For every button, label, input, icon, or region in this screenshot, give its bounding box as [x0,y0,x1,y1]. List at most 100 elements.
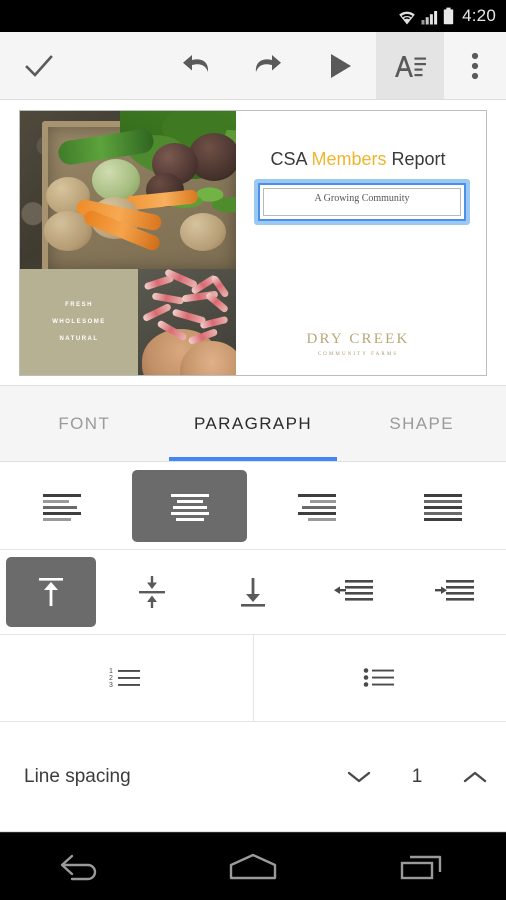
subtitle-selection-border: A Growing Community [258,182,466,221]
app-root: 4:20 FRESH WHOLESOME NATURAL CSA Members… [0,0,506,900]
align-right-icon [298,493,337,521]
line-spacing-label: Line spacing [24,765,131,787]
undo-button[interactable] [160,32,232,99]
bulleted-list-button[interactable] [254,635,506,721]
home-button[interactable] [208,833,298,900]
slide-title-part2: Report [386,148,446,169]
align-right-surface [259,470,374,542]
align-left-surface [6,470,121,542]
text-format-button[interactable] [376,32,444,99]
numbered-list-icon: 1 2 3 [109,668,141,689]
valign-top-surface [5,557,96,627]
align-right-button[interactable] [253,462,380,549]
cellular-signal-icon [421,10,438,24]
slide-title-accent: Members [311,148,387,169]
slide-canvas[interactable]: FRESH WHOLESOME NATURAL CSA Members Repo… [19,109,487,376]
increase-indent-icon [435,580,475,601]
redo-icon [255,54,281,72]
back-arrow-icon [61,854,97,880]
slide-title[interactable]: CSA Members Report [236,149,480,170]
battery-icon [443,7,454,25]
logo-block: DRY CREEK COMMUNITY FARMS [236,331,480,357]
slide-image-column: FRESH WHOLESOME NATURAL [20,110,236,375]
align-justify-surface [385,470,500,542]
decrease-indent-button[interactable] [304,550,405,634]
overflow-menu-button[interactable] [444,32,506,99]
line-spacing-decrease-button[interactable] [328,746,390,808]
logo-subtitle: COMMUNITY FARMS [317,351,399,357]
recents-squares-icon [400,855,441,879]
line-spacing-increase-button[interactable] [444,746,506,808]
valign-top-button[interactable] [0,550,101,634]
bulleted-list-icon [363,668,394,687]
valign-top-icon [38,578,63,606]
accept-check-button[interactable] [0,32,78,99]
align-left-icon [43,493,82,521]
subtitle-selection-handle[interactable]: A Growing Community [254,178,470,225]
align-justify-icon [423,493,462,521]
valign-bottom-button[interactable] [202,550,303,634]
line-spacing-row: Line spacing 1 [0,722,506,832]
slide-preview-area: FRESH WHOLESOME NATURAL CSA Members Repo… [0,100,506,386]
text-alignment-row [0,462,506,550]
subtitle-textbox[interactable]: A Growing Community [263,187,461,216]
tagline-line-2: WHOLESOME [52,318,106,325]
potato-d [180,212,226,251]
bean [141,302,173,322]
home-icon [229,853,277,879]
present-button[interactable] [304,32,376,99]
tab-shape[interactable]: SHAPE [337,386,506,461]
undo-icon [183,54,209,72]
redo-button[interactable] [232,32,304,99]
valign-bottom-icon [241,578,265,607]
align-left-button[interactable] [0,462,127,549]
line-spacing-stepper: 1 [328,746,506,808]
vertical-alignment-row [0,550,506,635]
align-justify-button[interactable] [380,462,506,549]
status-bar: 4:20 [0,0,506,32]
format-tabs: FONT PARAGRAPH SHAPE [0,386,506,462]
status-bar-time: 4:20 [462,6,496,25]
align-center-button[interactable] [127,462,254,549]
increase-indent-button[interactable] [405,550,506,634]
tab-font[interactable]: FONT [0,386,169,461]
line-spacing-value: 1 [411,765,423,787]
chevron-up-icon [463,771,487,782]
svg-text:3: 3 [109,682,113,689]
increase-indent-surface [410,557,500,627]
svg-text:1: 1 [109,668,113,675]
decrease-indent-icon [334,580,374,601]
status-icons [397,7,454,25]
align-center-icon [170,493,209,521]
wifi-icon [399,11,415,24]
android-navigation-bar [0,832,506,900]
decrease-indent-surface [309,557,399,627]
app-toolbar [0,32,506,100]
present-play-icon [331,53,351,78]
align-center-surface [132,469,248,542]
subtitle-text: A Growing Community [314,192,410,204]
tagline-block: FRESH WHOLESOME NATURAL [20,268,138,375]
valign-middle-button[interactable] [101,550,202,634]
valign-middle-surface [107,557,197,627]
valign-bottom-surface [208,557,298,627]
text-format-icon [395,55,426,77]
bean [151,291,185,305]
valign-middle-icon [138,576,165,608]
logo-title: DRY CREEK [306,330,410,347]
overflow-menu-icon [471,52,479,79]
vegetable-crate-photo [20,110,236,269]
recents-button[interactable] [377,833,467,900]
back-button[interactable] [39,833,129,900]
numbered-list-button[interactable]: 1 2 3 [0,635,253,721]
tagline-line-1: FRESH [65,301,93,308]
svg-text:2: 2 [109,675,113,682]
list-row: 1 2 3 [0,635,506,722]
slide-text-column: CSA Members Report A Growing Community D… [236,110,486,375]
tagline-line-3: NATURAL [59,335,99,342]
slide-title-part1: CSA [270,148,312,169]
beans-in-hands-photo [138,268,236,375]
tab-paragraph[interactable]: PARAGRAPH [169,386,338,461]
slide-lower-left: FRESH WHOLESOME NATURAL [20,268,236,375]
